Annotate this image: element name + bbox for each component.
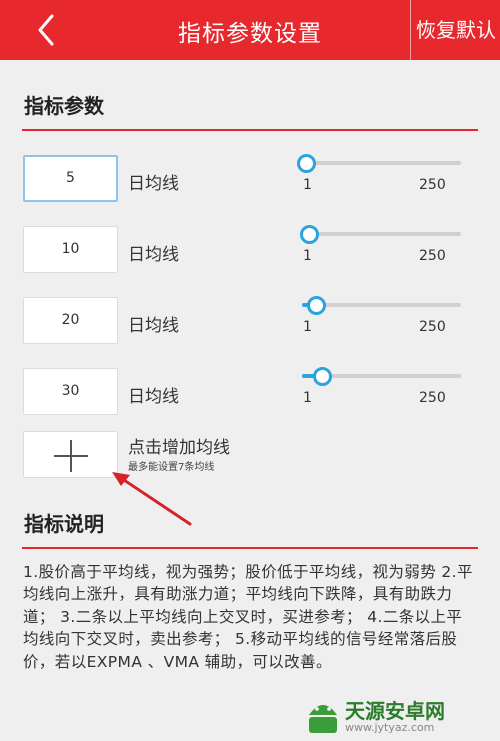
watermark-logo: 天源安卓网 www.jytyaz.com <box>303 693 500 741</box>
param-input-4[interactable]: 30 <box>23 368 118 415</box>
slider-max-label-2: 250 <box>419 248 446 264</box>
add-ma-button[interactable] <box>23 431 118 478</box>
param-input-2[interactable]: 10 <box>23 226 118 273</box>
chevron-left-icon <box>38 14 54 46</box>
android-logo-icon <box>309 705 337 733</box>
param-label-3: 日均线 <box>128 316 179 336</box>
app-header: 指标参数设置 恢复默认 <box>0 0 500 60</box>
param-label-1: 日均线 <box>128 174 179 194</box>
indicator-description: 1.股价高于平均线，视为强势；股价低于平均线，视为弱势 2.平均线向上涨升，具有… <box>23 563 473 671</box>
reset-default-button[interactable]: 恢复默认 <box>410 0 500 60</box>
param-slider-2[interactable] <box>300 224 461 244</box>
param-input-1[interactable]: 5 <box>23 155 118 202</box>
slider-thumb[interactable] <box>300 224 320 244</box>
slider-max-label-1: 250 <box>419 177 446 193</box>
add-ma-label: 点击增加均线 <box>128 438 230 458</box>
param-label-4: 日均线 <box>128 387 179 407</box>
param-slider-4[interactable] <box>302 366 461 386</box>
params-section-title: 指标参数 <box>24 94 104 118</box>
param-input-3[interactable]: 20 <box>23 297 118 344</box>
desc-section-title: 指标说明 <box>24 512 104 536</box>
slider-max-label-3: 250 <box>419 319 446 335</box>
slider-thumb[interactable] <box>297 153 316 173</box>
slider-max-label-4: 250 <box>419 390 446 406</box>
param-label-2: 日均线 <box>128 245 179 265</box>
param-slider-3[interactable] <box>302 295 461 315</box>
slider-thumb[interactable] <box>312 366 332 386</box>
back-button[interactable] <box>30 12 66 48</box>
slider-thumb[interactable] <box>306 295 326 315</box>
slider-min-label-4: 1 <box>303 390 312 406</box>
plus-icon <box>54 440 88 472</box>
param-slider-1[interactable] <box>297 153 461 173</box>
watermark-url: www.jytyaz.com <box>345 721 435 734</box>
desc-section-divider <box>22 547 478 549</box>
watermark-name: 天源安卓网 <box>345 699 445 723</box>
params-section-divider <box>22 129 478 131</box>
slider-min-label-2: 1 <box>303 248 312 264</box>
red-arrow-annotation-icon <box>112 472 192 526</box>
slider-min-label-3: 1 <box>303 319 312 335</box>
slider-min-label-1: 1 <box>303 177 312 193</box>
